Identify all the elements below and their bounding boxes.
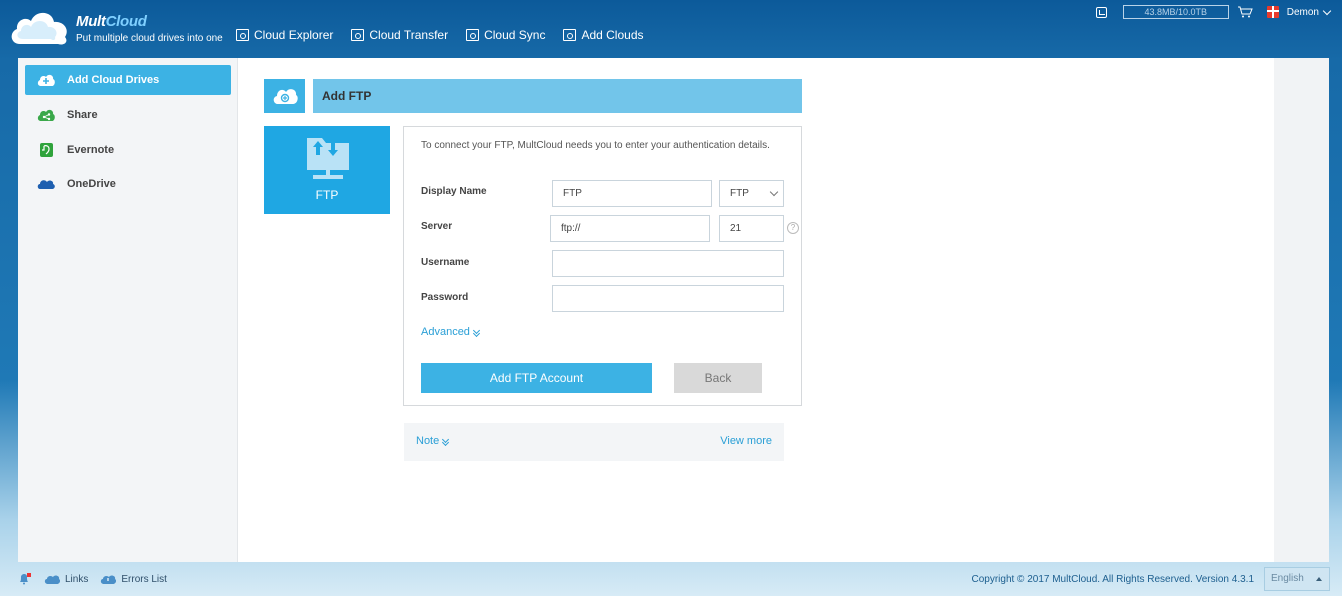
sidebar-item-label: Evernote [67,144,115,156]
links-label: Links [65,573,89,585]
nav-cloud-transfer[interactable]: Cloud Transfer [351,28,448,42]
display-name-field[interactable] [552,180,712,207]
caret-up-icon [1316,577,1322,581]
nav-label: Cloud Explorer [254,28,334,42]
password-label: Password [421,292,469,303]
nav-add-clouds[interactable]: Add Clouds [563,28,644,42]
sidebar-item-label: Add Cloud Drives [67,74,160,86]
multcloud-logo-icon[interactable] [8,6,72,48]
right-gutter [1274,58,1329,562]
password-field[interactable] [552,285,784,312]
sidebar-item-share[interactable]: Share [25,100,231,130]
sync-icon [466,29,480,41]
form-intro-text: To connect your FTP, MultCloud needs you… [421,140,770,151]
username: Demon [1286,6,1319,18]
language-selector[interactable]: English [1264,567,1330,591]
transfer-icon [351,29,365,41]
top-navigation: Cloud Explorer Cloud Transfer Cloud Sync… [236,28,644,42]
cart-icon[interactable] [1237,6,1253,18]
username-field[interactable] [552,250,784,277]
note-toggle[interactable]: Note [416,435,449,447]
help-icon[interactable]: ? [787,222,799,234]
footer-links: Links Errors List [18,573,167,585]
chevron-down-icon [1322,6,1332,15]
back-button[interactable]: Back [674,363,762,393]
sidebar-item-evernote[interactable]: Evernote [25,135,231,165]
language-value: English [1271,573,1304,584]
account-area: 43.8MB/10.0TB Demon [1095,5,1332,19]
note-panel: Note View more [404,423,784,461]
errors-list-label: Errors List [121,573,167,585]
nav-label: Add Clouds [581,28,644,42]
nav-cloud-sync[interactable]: Cloud Sync [466,28,545,42]
username-label: Username [421,257,470,268]
select-value: FTP [730,188,749,199]
display-name-label: Display Name [421,186,487,197]
sidebar-item-add-cloud-drives[interactable]: Add Cloud Drives [25,65,231,95]
sidebar-item-onedrive[interactable]: OneDrive [25,169,231,199]
add-cloud-icon [37,74,55,86]
sidebar-item-label: OneDrive [67,178,116,190]
port-field[interactable] [719,215,784,242]
server-label: Server [421,221,453,232]
brand-name[interactable]: MultCloud [76,13,147,30]
links-link[interactable]: Links [44,574,88,585]
onedrive-icon [37,180,55,189]
ftp-form: To connect your FTP, MultCloud needs you… [403,126,802,406]
nav-cloud-explorer[interactable]: Cloud Explorer [236,28,333,42]
copyright-text: Copyright © 2017 MultCloud. All Rights R… [971,574,1254,585]
advanced-label: Advanced [421,326,470,338]
advanced-toggle[interactable]: Advanced [421,326,480,338]
cloud-error-icon [101,575,117,584]
evernote-icon [40,143,53,157]
notification-bell-icon[interactable] [18,573,32,585]
errors-list-link[interactable]: Errors List [100,574,167,585]
explorer-icon [236,29,249,41]
storage-quota: 43.8MB/10.0TB [1122,5,1229,19]
ftp-service-tile[interactable]: FTP [264,126,390,214]
note-label: Note [416,435,440,447]
add-ftp-account-button[interactable]: Add FTP Account [421,363,652,393]
user-menu[interactable]: Demon [1286,6,1332,18]
server-field[interactable] [550,215,710,242]
sidebar: Add Cloud Drives Share Evernote OneDrive [18,58,238,562]
view-more-link[interactable]: View more [720,435,772,447]
chevron-down-icon [769,187,779,197]
ftp-type-select[interactable]: FTP [719,180,784,207]
add-clouds-icon [563,29,577,41]
footer: Links Errors List Copyright © 2017 MultC… [0,562,1342,596]
double-chevron-down-icon [473,328,480,337]
nav-label: Cloud Sync [484,28,546,42]
cloud-add-icon [264,79,305,113]
double-chevron-down-icon [442,437,449,446]
tile-label: FTP [315,188,339,202]
sidebar-item-label: Share [67,109,98,121]
top-header: MultCloud Put multiple cloud drives into… [0,0,1342,58]
brand-tagline: Put multiple cloud drives into one [76,33,223,44]
nav-label: Cloud Transfer [369,28,449,42]
usage-chart-icon[interactable] [1095,6,1107,18]
ftp-folder-icon [307,138,349,179]
cloud-link-icon [44,575,60,584]
main-panel: Add Cloud Drives Share Evernote OneDrive [18,58,1329,562]
share-icon [37,109,55,121]
gift-icon[interactable] [1266,6,1279,18]
page-title: Add FTP [313,79,802,113]
